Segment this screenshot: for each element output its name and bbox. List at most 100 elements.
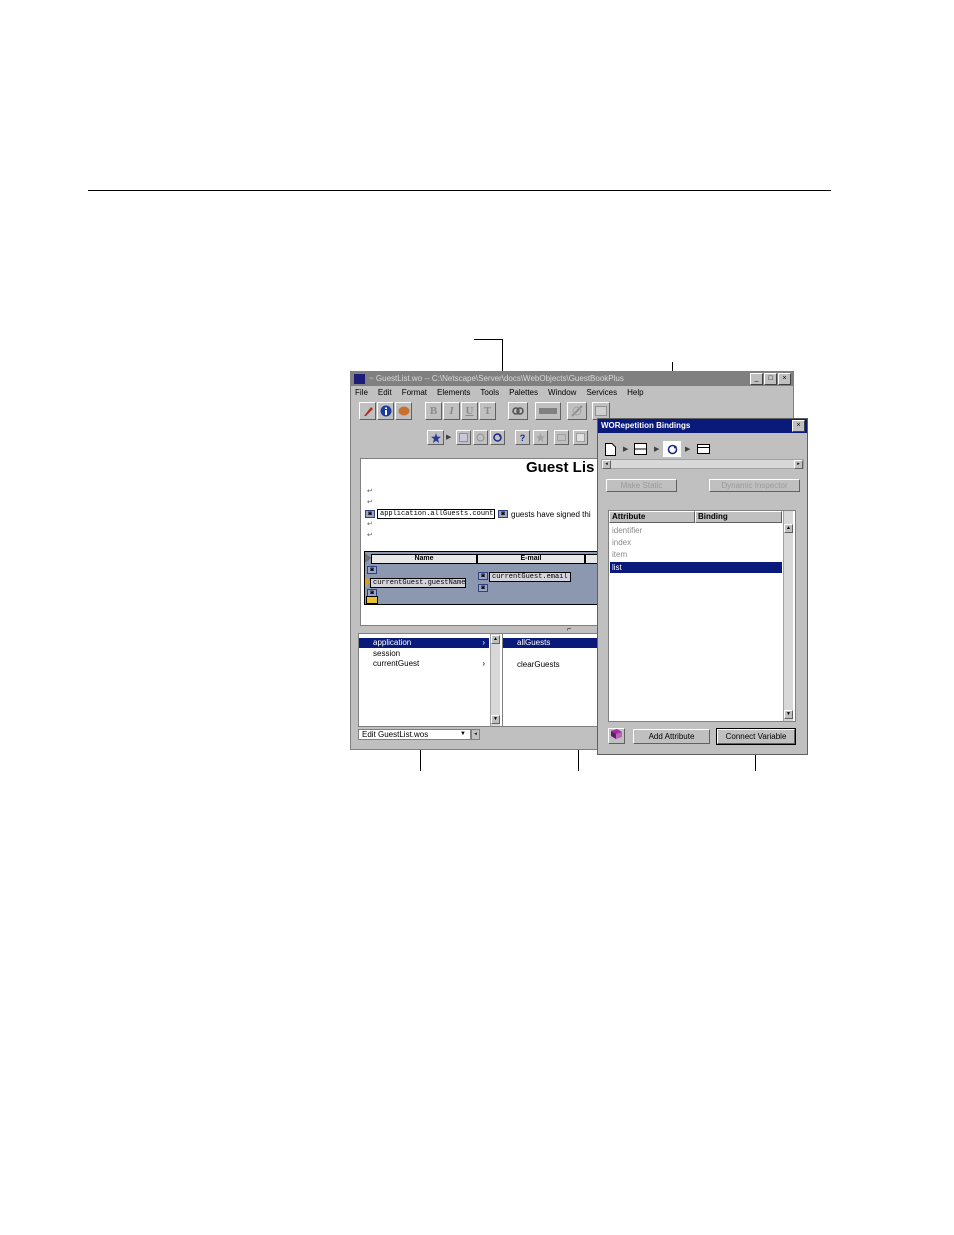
guest-email-binding-field[interactable]: currentGuest.email <box>489 572 571 582</box>
menu-bar: File Edit Format Elements Tools Palettes… <box>355 388 644 397</box>
chevron-right-icon: › <box>482 638 485 647</box>
wostring-icon <box>459 433 468 442</box>
wogeneric-button[interactable] <box>533 430 548 445</box>
wostring-element-icon[interactable]: ◙ <box>478 572 488 580</box>
palette-icon <box>398 406 409 416</box>
bindings-table: Attribute Binding identifier index item … <box>608 510 796 722</box>
book-icon <box>611 729 622 739</box>
guest-name-binding-field[interactable]: currentGuest.guestName <box>370 578 466 588</box>
maximize-button[interactable]: □ <box>764 373 777 385</box>
paragraph-return-icon: ↵ <box>367 488 373 495</box>
menu-file[interactable]: File <box>355 388 368 397</box>
column-header-name[interactable]: Name <box>371 554 477 564</box>
minimize-button[interactable]: _ <box>750 373 763 385</box>
count-binding-field[interactable]: application.allGuests.count <box>377 509 495 519</box>
connect-variable-button[interactable]: Connect Variable <box>716 728 796 745</box>
inspector-title-bar[interactable]: WORepetition Bindings × <box>598 419 807 433</box>
attribute-column-header[interactable]: Attribute <box>609 511 695 523</box>
repetition-icon <box>667 444 677 454</box>
bindings-table-scrollbar[interactable]: ▲ ▼ <box>783 511 793 721</box>
menu-edit[interactable]: Edit <box>378 388 392 397</box>
textfield-icon <box>576 433 585 442</box>
menu-tools[interactable]: Tools <box>480 388 499 397</box>
repetition-end-marker[interactable] <box>366 596 378 604</box>
inspector-close-button[interactable]: × <box>792 420 805 432</box>
popup-arrow-icon: ▼ <box>460 731 466 737</box>
wostring-element-icon[interactable]: ◙ <box>367 566 377 574</box>
wohyperlink-button[interactable] <box>473 430 488 445</box>
menu-elements[interactable]: Elements <box>437 388 470 397</box>
scroll-down-button[interactable]: ▼ <box>784 710 793 719</box>
menu-window[interactable]: Window <box>548 388 576 397</box>
attribute-row-index[interactable]: index <box>610 537 782 548</box>
dynamic-inspector-button[interactable]: Dynamic Inspector <box>709 479 800 492</box>
object-browser: application › session currentGuest › ▲ ▼ a… <box>358 633 619 727</box>
menu-format[interactable]: Format <box>402 388 427 397</box>
repetition-region[interactable]: Name E-mail ◙ currentGuest.guestName ◙ ◙… <box>364 551 614 605</box>
browser-column-scrollbar[interactable]: ▲ ▼ <box>490 634 500 726</box>
browser-item-session[interactable]: session <box>359 649 489 659</box>
path-scrollbar[interactable]: ◂ ▸ <box>601 459 804 469</box>
page-heading[interactable]: Guest Lis <box>526 459 594 476</box>
menu-services[interactable]: Services <box>586 388 617 397</box>
path-row-icon[interactable] <box>694 441 712 457</box>
wostring-element-icon[interactable]: ◙ <box>365 510 375 518</box>
path-page-icon[interactable] <box>602 441 618 457</box>
form-icon <box>557 434 566 441</box>
dynamic-elements-menu-button[interactable] <box>427 430 444 445</box>
pen-tool-button[interactable] <box>359 402 376 420</box>
wostring-element-icon[interactable]: ◙ <box>498 510 508 518</box>
column-header-email[interactable]: E-mail <box>477 554 585 564</box>
inspector-tool-button[interactable] <box>377 402 394 420</box>
woconditional-button[interactable]: ? <box>515 430 530 445</box>
hyperlink-icon <box>476 433 485 442</box>
webobjects-app-icon <box>354 374 365 384</box>
wotextfield-button[interactable] <box>573 430 588 445</box>
repetition-icon <box>493 433 502 442</box>
browser-item-application[interactable]: application › <box>359 638 489 648</box>
path-scroll-right[interactable]: ▸ <box>794 460 803 469</box>
paragraph-return-icon: ↵ <box>367 532 373 539</box>
woform-button[interactable] <box>554 430 569 445</box>
path-arrow-icon: ▶ <box>685 446 691 453</box>
worepetition-button[interactable] <box>490 430 505 445</box>
wostring-element-icon[interactable]: ◙ <box>478 584 488 592</box>
attribute-row-identifier[interactable]: identifier <box>610 525 782 536</box>
underline-button[interactable]: U <box>461 402 478 420</box>
make-static-button[interactable]: Make Static <box>606 479 677 492</box>
star-icon <box>430 432 441 443</box>
file-mode-popup[interactable]: Edit GuestList.wos ▼ <box>358 729 471 740</box>
split-handle-icon[interactable]: ⌐ <box>567 626 571 633</box>
attribute-row-list[interactable]: list <box>610 562 782 573</box>
class-browser-button[interactable] <box>608 728 625 744</box>
scroll-up-button[interactable]: ▲ <box>784 524 793 533</box>
horizontal-rule-button[interactable] <box>535 402 561 420</box>
teletype-button[interactable]: T <box>479 402 496 420</box>
menu-help[interactable]: Help <box>627 388 643 397</box>
menu-palettes[interactable]: Palettes <box>509 388 538 397</box>
table-icon <box>595 406 607 416</box>
add-attribute-button[interactable]: Add Attribute <box>633 729 710 744</box>
path-repetition-icon[interactable] <box>663 441 681 457</box>
rule-icon <box>539 408 557 414</box>
italic-button[interactable]: I <box>443 402 460 420</box>
path-scroll-left[interactable]: ◂ <box>602 460 611 469</box>
path-table-icon[interactable] <box>632 441 648 457</box>
page-icon <box>604 442 616 456</box>
scroll-up-button[interactable]: ▲ <box>491 635 500 644</box>
bold-button[interactable]: B <box>425 402 442 420</box>
browser-item-currentguest[interactable]: currentGuest › <box>359 659 489 669</box>
component-canvas[interactable]: Guest Lis ↵ ↵ ◙ application.allGuests.co… <box>360 458 615 626</box>
scroll-down-button[interactable]: ▼ <box>491 715 500 724</box>
binding-column-header[interactable]: Binding <box>695 511 782 523</box>
chevron-right-icon: › <box>482 659 485 668</box>
wostring-button[interactable] <box>456 430 471 445</box>
status-scroll-left[interactable]: ◂ <box>471 729 480 740</box>
repetition-bindings-inspector: WORepetition Bindings × ▶ ▶ ▶ ◂ ▸ Make S… <box>597 418 808 755</box>
editor-title-bar[interactable]: ~ GuestList.wo -- C:\Netscape\Server\doc… <box>351 372 793 386</box>
link-button[interactable] <box>508 402 528 420</box>
image-button[interactable] <box>567 402 587 420</box>
close-button[interactable]: × <box>778 373 791 385</box>
attribute-row-item[interactable]: item <box>610 549 782 560</box>
palette-tool-button[interactable] <box>395 402 412 420</box>
